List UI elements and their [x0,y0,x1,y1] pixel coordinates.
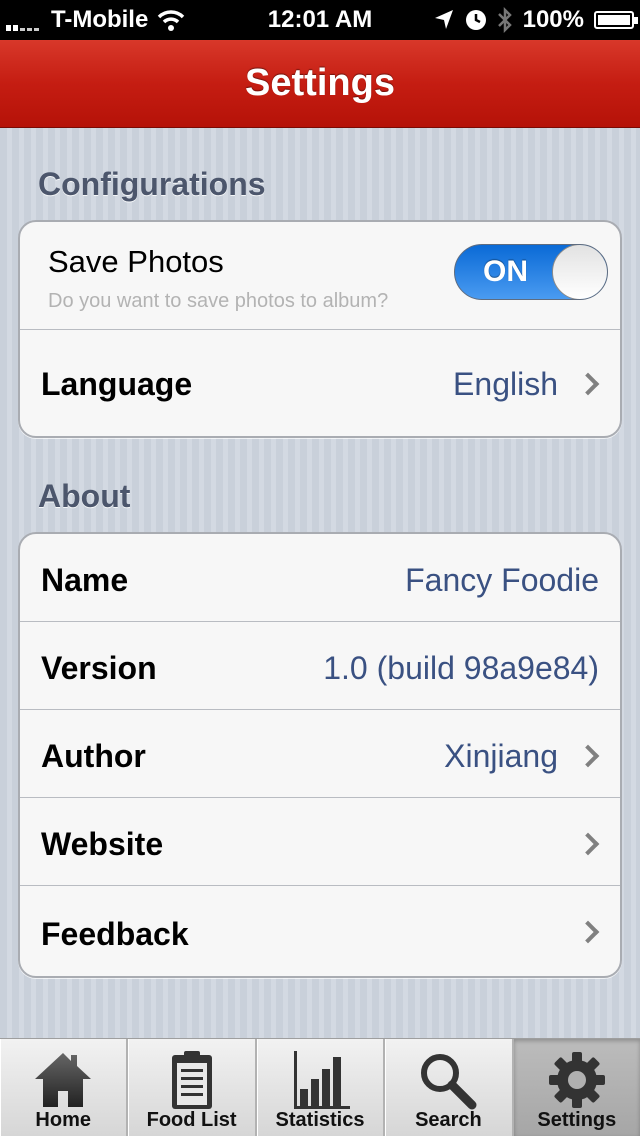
tab-food-list[interactable]: Food List [128,1039,257,1136]
tab-settings-label: Settings [537,1109,617,1131]
name-value: Fancy Foodie [405,562,599,598]
save-photos-subtitle: Do you want to save photos to album? [48,290,389,312]
location-arrow-icon [434,10,453,29]
navigation-bar: Settings [0,40,640,128]
bar-chart-icon [294,1051,351,1109]
about-group: Name Fancy Foodie Version 1.0 (build 98a… [18,532,622,978]
tab-statistics[interactable]: Statistics [257,1039,386,1136]
tab-statistics-label: Statistics [275,1109,365,1131]
tab-search-label: Search [415,1109,482,1131]
name-cell: Name Fancy Foodie [20,534,620,622]
version-cell: Version 1.0 (build 98a9e84) [20,622,620,710]
chevron-right-icon [576,744,600,768]
website-label: Website [41,826,164,862]
home-icon [35,1053,92,1107]
save-photos-title: Save Photos [48,244,224,279]
search-icon [421,1054,477,1110]
version-value: 1.0 (build 98a9e84) [323,650,599,686]
tab-search[interactable]: Search [385,1039,514,1136]
chevron-right-icon [576,372,600,396]
battery-icon [594,11,638,29]
version-label: Version [41,650,157,686]
chevron-right-icon [576,920,600,944]
tab-bar: Home Food List Statistics Search Setting… [0,1038,640,1136]
author-cell[interactable]: Author Xinjiang [20,710,620,798]
clock-icon [465,10,486,30]
toggle-state-label: ON [483,255,528,288]
page-title: Settings [245,62,395,104]
tab-food-list-label: Food List [146,1109,237,1131]
about-section-header: About [38,478,131,514]
tab-settings[interactable]: Settings [513,1039,640,1136]
chevron-right-icon [576,832,600,856]
name-label: Name [41,562,129,598]
bluetooth-icon [497,7,512,33]
tab-home-label: Home [35,1109,91,1131]
language-label: Language [41,366,193,402]
configurations-group: Save Photos Do you want to save photos t… [18,220,622,438]
configurations-section-header: Configurations [38,166,266,202]
status-right: 100% [433,6,638,34]
clipboard-icon [171,1051,212,1109]
feedback-label: Feedback [41,916,189,952]
status-bar: T-Mobile 12:01 AM 100% [0,0,640,40]
toggle-knob [552,245,607,299]
save-photos-toggle[interactable]: ON [454,244,608,300]
save-photos-cell: Save Photos Do you want to save photos t… [20,222,620,330]
tab-home[interactable]: Home [0,1039,129,1136]
author-label: Author [41,738,146,774]
website-cell[interactable]: Website [20,798,620,886]
language-cell[interactable]: Language English [20,330,620,436]
feedback-cell[interactable]: Feedback [20,886,620,976]
author-value: Xinjiang [444,738,558,774]
battery-percent: 100% [522,6,584,33]
gear-icon [548,1052,605,1108]
language-value: English [453,366,558,402]
